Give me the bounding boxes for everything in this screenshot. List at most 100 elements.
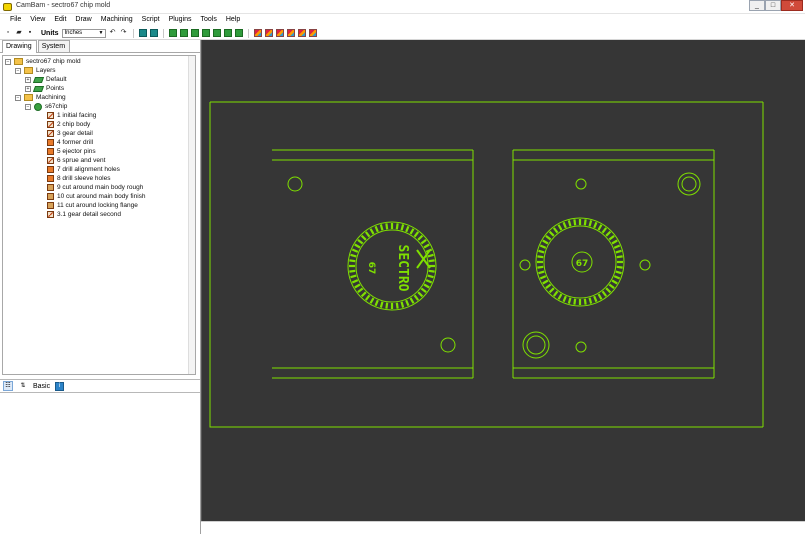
left-gear-tooth [385,302,389,309]
tree-item-operation[interactable]: 6 sprue and vent [47,156,105,165]
left-gear-tooth [395,302,399,309]
categorized-sort-icon[interactable]: ☷ [3,381,13,391]
left-gear-tooth [405,299,410,307]
menu-help[interactable]: Help [222,14,245,27]
info-icon[interactable]: i [55,381,65,391]
collapse-icon[interactable]: − [15,94,21,101]
minimize-button[interactable]: _ [749,0,765,11]
close-button[interactable]: ✕ [781,0,803,11]
right-gear-tooth [557,293,563,300]
tree-item-machining[interactable]: − Machining [15,93,66,102]
right-gear-tooth [537,255,544,259]
right-gear-tooth [611,279,618,285]
operation-label: 4 former drill [57,139,94,146]
menu-plugins[interactable]: Plugins [165,14,197,27]
drawing-canvas[interactable]: SECTRO 67 67 [201,40,805,521]
zoom-fit-icon[interactable] [138,29,147,37]
tree-item-layer-points[interactable]: + Points [25,84,64,93]
menu-script[interactable]: Script [138,14,165,27]
save-icon[interactable]: ▪ [26,29,34,37]
collapse-icon[interactable]: − [25,103,31,110]
right-gear-tooth [562,295,567,303]
view-left-icon[interactable] [201,29,210,37]
tab-drawing-label: Drawing [6,43,32,50]
maximize-button[interactable]: □ [765,0,781,11]
operation-label: 8 drill sleeve holes [57,175,111,182]
folder-icon [14,58,23,65]
menu-edit[interactable]: Edit [50,14,71,27]
open-folder-icon[interactable]: ▰ [15,29,23,37]
right-gear-tooth [548,287,555,294]
left-gear-tooth [360,291,367,298]
toolpath-display-icon[interactable] [275,29,284,37]
tab-drawing[interactable]: Drawing [2,40,37,53]
simulate-icon[interactable] [264,29,273,37]
left-gear-tooth [369,297,375,304]
tree-item-operation[interactable]: 9 cut around main body rough [47,183,143,192]
right-gear-tooth [567,220,572,227]
tree-scrollbar[interactable] [188,56,195,374]
menu-tools[interactable]: Tools [197,14,222,27]
left-gear-tooth [357,238,364,245]
view-back-icon[interactable] [212,29,221,37]
left-gear-tooth [413,231,420,238]
undo-icon[interactable]: ↶ [109,29,117,37]
menu-machining[interactable]: Machining [97,14,138,27]
alphabetical-sort-icon[interactable]: ⇅ [18,381,28,391]
left-gear-tooth [400,301,405,308]
new-file-icon[interactable]: ▫ [4,29,12,37]
panel-tabs: Drawing System [0,40,200,53]
right-gear-tooth [588,220,593,227]
layer-icon [32,76,45,83]
stock-display-icon[interactable] [286,29,295,37]
right-gear-tooth [562,221,567,229]
tree-item-operation[interactable]: 8 drill sleeve holes [47,174,110,183]
collapse-icon[interactable]: − [15,67,21,74]
zoom-grid-icon[interactable] [149,29,158,37]
tree-item-operation[interactable]: 1 initial facing [47,111,96,120]
units-select[interactable]: Inches ▼ [61,28,106,38]
tab-system[interactable]: System [37,40,71,52]
view-right-icon[interactable] [190,29,199,37]
right-gear-tooth [605,230,612,237]
engrave-op-icon [47,130,54,137]
view-top-icon[interactable] [168,29,177,37]
right-gear-tooth [613,275,621,280]
tree-item-operation[interactable]: 10 cut around main body finish [47,192,146,201]
left-gear-tooth [369,228,375,235]
status-strip [201,521,805,534]
tree-item-root[interactable]: − sectro67 chip mold [5,57,81,66]
tree-item-operation[interactable]: 11 cut around locking flange [47,201,138,210]
view-iso-icon[interactable] [234,29,243,37]
generate-toolpath-icon[interactable] [253,29,262,37]
tree-item-operation[interactable]: 7 drill alignment holes [47,165,120,174]
collapse-icon[interactable]: − [5,58,11,65]
tree-item-operation[interactable]: 4 former drill [47,138,93,147]
menu-draw[interactable]: Draw [71,14,96,27]
operation-label: 1 initial facing [57,112,97,119]
right-gear-tooth [537,265,544,269]
right-gear-tooth [615,249,622,254]
tree-item-operation[interactable]: 2 chip body [47,120,90,129]
tree-item-operation[interactable]: 5 ejector pins [47,147,96,156]
post-processor-icon[interactable] [308,29,317,37]
right-gear-tooth [616,255,623,259]
tree-item-operation[interactable]: 3.1 gear detail second [47,210,121,219]
basic-mode-label[interactable]: Basic [33,383,50,390]
view-front-icon[interactable] [179,29,188,37]
view-bottom-icon[interactable] [223,29,232,37]
tree-item-layer-default[interactable]: + Default [25,75,67,84]
gcode-icon[interactable] [297,29,306,37]
menu-file[interactable]: File [6,14,26,27]
expand-icon[interactable]: + [25,76,31,83]
menu-view[interactable]: View [26,14,50,27]
redo-icon[interactable]: ↷ [120,29,128,37]
tree-item-layers[interactable]: − Layers [15,66,56,75]
left-gear-tooth [379,301,384,308]
left-face-number: 67 [366,262,376,275]
tree-item-part[interactable]: − s67chip [25,102,67,111]
right-gear-tooth [538,270,545,275]
tree-item-operation[interactable]: 3 gear detail [47,129,93,138]
expand-icon[interactable]: + [25,85,31,92]
left-gear-tooth [354,243,361,249]
